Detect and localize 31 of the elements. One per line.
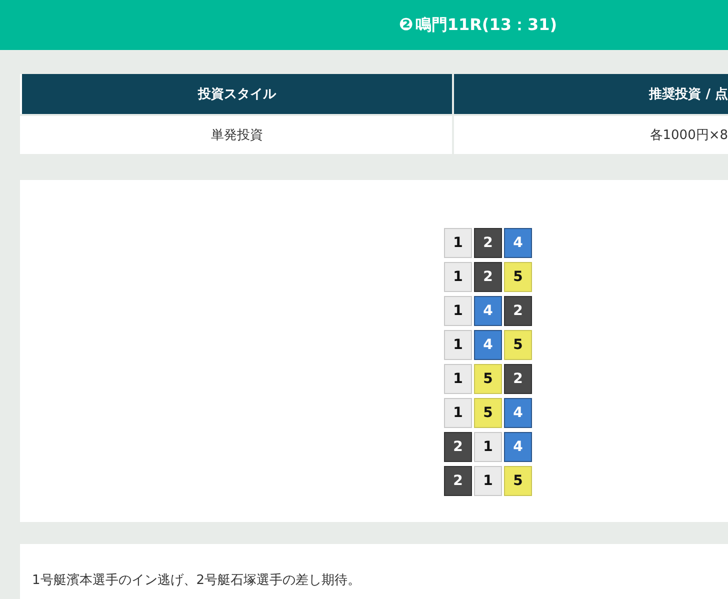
boat-number-tile: 2 xyxy=(504,364,532,394)
boat-number-tile: 4 xyxy=(504,432,532,462)
table-cell: 単発投資 xyxy=(22,116,454,154)
boat-number-tile: 5 xyxy=(474,364,502,394)
boat-number-tile: 2 xyxy=(444,432,472,462)
boat-number-tile: 4 xyxy=(474,296,502,326)
boat-number-tile: 4 xyxy=(474,330,502,360)
boat-number-tile: 1 xyxy=(444,398,472,428)
comment-text: 1号艇濱本選手のイン逃げ、2号艇石塚選手の差し期待。 xyxy=(32,572,362,589)
boat-number-tile: 1 xyxy=(444,228,472,258)
table-cell-text: 各1000円×8 xyxy=(648,127,728,145)
boat-number-tile: 4 xyxy=(504,228,532,258)
boat-number-tile: 4 xyxy=(504,398,532,428)
boat-number-tile: 2 xyxy=(444,466,472,496)
race-title: 鳴門11R(13：31) xyxy=(415,14,558,36)
table-header-cell: 投資スタイル xyxy=(22,74,454,114)
boat-number-tile: 1 xyxy=(474,466,502,496)
table-header-cell: 推奨投資 / 点 xyxy=(454,74,728,114)
boat-number-tile: 1 xyxy=(474,432,502,462)
boat-number-tile: 5 xyxy=(504,262,532,292)
boat-number-tile: 2 xyxy=(474,228,502,258)
boat-number-tile: 1 xyxy=(444,364,472,394)
boat-number-tile: 1 xyxy=(444,330,472,360)
boat-number-tile: 5 xyxy=(504,466,532,496)
boat-number-tile: 1 xyxy=(444,262,472,292)
boat-number-tile: 2 xyxy=(474,262,502,292)
race-number: ❷ xyxy=(398,15,414,35)
boat-number-tile: 5 xyxy=(474,398,502,428)
boat-number-tile: 1 xyxy=(444,296,472,326)
boat-number-tile: 5 xyxy=(504,330,532,360)
boat-number-tile: 2 xyxy=(504,296,532,326)
